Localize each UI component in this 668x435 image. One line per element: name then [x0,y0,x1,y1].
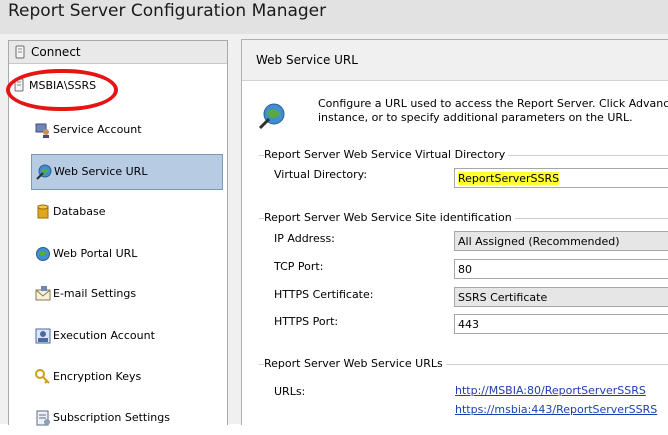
sidebar-item-encryption-keys[interactable]: Encryption Keys [31,360,223,394]
connect-button[interactable]: Connect [9,41,227,64]
https-certificate-value: SSRS Certificate [458,291,548,304]
page-header: Web Service URL [242,40,668,81]
sidebar-item-label: E-mail Settings [53,287,137,300]
virtual-directory-value: ReportServerSSRS [458,172,560,185]
page-description: Configure a URL used to access the Repor… [318,97,668,124]
urls-section-title: Report Server Web Service URLs [264,357,446,370]
annotation-circle [6,69,118,111]
http-url-link[interactable]: http://MSBIA:80/ReportServerSSRS [455,384,646,397]
email-icon [35,286,51,301]
https-certificate-dropdown[interactable]: SSRS Certificate [454,287,668,307]
sidebar-item-service-account[interactable]: Service Account [31,113,223,147]
tcp-port-input[interactable]: 80 [454,259,668,279]
sidebar-item-label: Execution Account [53,329,155,342]
database-icon [37,204,49,219]
main-panel: Web Service URL Configure a URL used to … [236,34,668,425]
service-account-icon [35,123,49,138]
https-certificate-label: HTTPS Certificate: [274,288,374,301]
site-section-title: Report Server Web Service Site identific… [264,211,515,224]
sidebar-item-label: Service Account [53,123,142,136]
ip-address-value: All Assigned (Recommended) [458,235,620,248]
sidebar-item-label: Database [53,205,106,218]
title-bar: Report Server Configuration Manager [0,0,668,34]
https-port-value: 443 [458,318,479,331]
urls-label: URLs: [274,385,306,398]
sidebar-item-label: Subscription Settings [53,411,170,424]
tcp-port-value: 80 [458,263,472,276]
web-portal-icon [36,247,50,261]
sidebar-panel: Connect MSBIA\SSRS Service Account Web S [6,40,228,426]
virtual-directory-label: Virtual Directory: [274,168,368,181]
sidebar-item-database[interactable]: Database [31,195,223,229]
https-port-label: HTTPS Port: [274,315,339,328]
https-url-link[interactable]: https://msbia:443/ReportServerSSRS [455,403,657,416]
encryption-keys-icon [35,369,50,384]
virtual-directory-input[interactable]: ReportServerSSRS [454,168,668,188]
web-service-icon [36,164,52,180]
ip-address-label: IP Address: [274,232,335,245]
page-title: Web Service URL [256,53,358,67]
execution-account-icon [35,328,51,344]
ip-address-dropdown[interactable]: All Assigned (Recommended) [454,231,668,251]
sidebar-item-label: Encryption Keys [53,370,142,383]
tcp-port-label: TCP Port: [274,260,324,273]
https-port-input[interactable]: 443 [454,314,668,334]
sidebar-item-execution-account[interactable]: Execution Account [31,319,223,353]
sidebar-item-label: Web Service URL [54,165,148,178]
content-area: Web Service URL Configure a URL used to … [241,39,668,425]
virtual-directory-section-title: Report Server Web Service Virtual Direct… [264,148,509,161]
web-service-globe-icon [258,103,285,130]
connect-label: Connect [31,45,81,59]
connect-icon [15,45,25,59]
sidebar-item-web-portal-url[interactable]: Web Portal URL [31,237,223,271]
sidebar-item-email-settings[interactable]: E-mail Settings [31,277,223,311]
window-title: Report Server Configuration Manager [8,1,327,21]
sidebar: Connect MSBIA\SSRS Service Account Web S [0,34,236,426]
sidebar-item-label: Web Portal URL [53,247,138,260]
sidebar-item-web-service-url[interactable]: Web Service URL [31,154,223,190]
sidebar-item-subscription-settings[interactable]: Subscription Settings [31,401,223,435]
